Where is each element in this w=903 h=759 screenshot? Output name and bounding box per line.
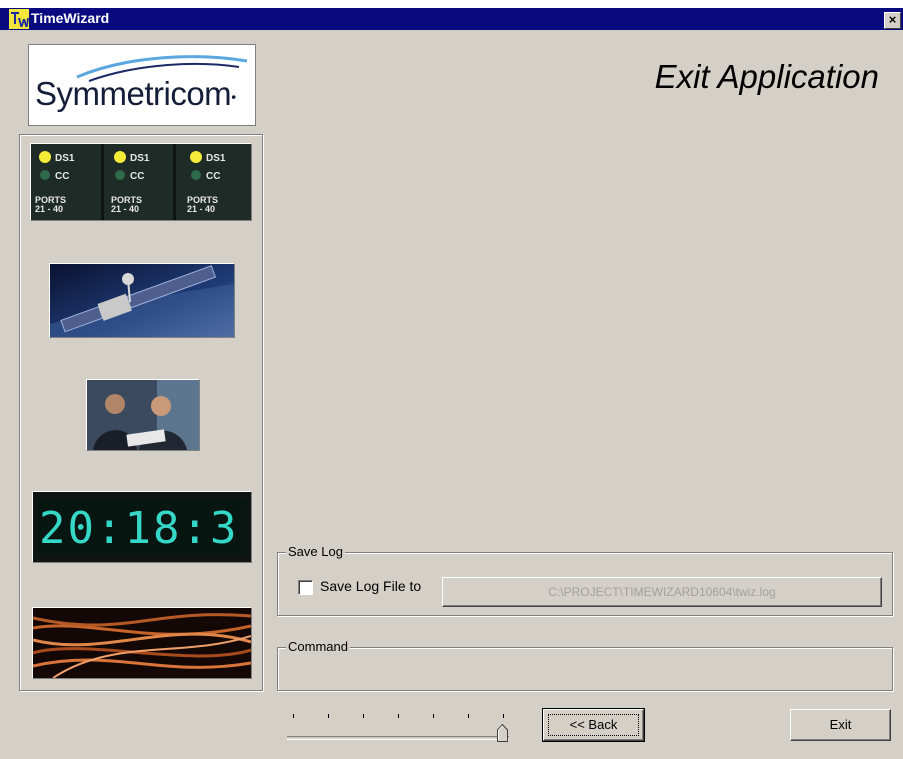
title-bar: TimeWizard × <box>0 0 903 30</box>
cc-led-label-1: CC <box>55 171 69 182</box>
back-button-label: << Back <box>548 714 639 736</box>
page-title: Exit Application <box>654 58 879 95</box>
digital-clock-image: 20:18:3 <box>32 491 252 563</box>
slider-tick <box>328 714 329 718</box>
slider-tick <box>433 714 434 718</box>
timewizard-app-icon <box>9 9 29 29</box>
business-people-image <box>86 379 200 451</box>
slider-thumb-icon[interactable] <box>497 724 508 742</box>
cc-led-label-3: CC <box>206 171 220 182</box>
copper-wires-image <box>32 607 252 679</box>
copper-wires-graphic <box>33 608 251 678</box>
ds1-led-label-3: DS1 <box>206 153 226 164</box>
slider-tick <box>468 714 469 718</box>
slider-track <box>287 736 509 740</box>
exit-button[interactable]: Exit <box>790 709 891 741</box>
clock-graphic: 20:18:3 <box>33 492 251 562</box>
back-button[interactable]: << Back <box>542 708 645 742</box>
logo-text: Symmetricom• <box>35 75 236 112</box>
close-button[interactable]: × <box>884 12 901 29</box>
slider-tick <box>398 714 399 718</box>
cc-led-label-2: CC <box>130 171 144 182</box>
save-log-legend: Save Log <box>286 544 345 559</box>
symmetricom-logo: Symmetricom• <box>28 44 256 126</box>
satellite-graphic <box>50 264 234 337</box>
ports-range-2: 21 - 40 <box>111 204 139 214</box>
title-bar-fill <box>0 8 903 30</box>
slider-tick <box>293 714 294 718</box>
ds1-led-label-1: DS1 <box>55 153 75 164</box>
close-icon: × <box>888 12 897 27</box>
clock-digits: 20:18:3 <box>39 503 238 554</box>
ports-range-3: 21 - 40 <box>187 204 215 214</box>
timewizard-window: TimeWizard × Symmetricom• DS1 CC PORTS 2… <box>0 0 903 759</box>
save-log-checkbox[interactable] <box>298 580 313 595</box>
people-graphic <box>87 380 199 450</box>
window-title: TimeWizard <box>31 10 110 26</box>
ports-range-1: 21 - 40 <box>35 204 63 214</box>
command-group: Command <box>277 639 893 691</box>
slider-tick <box>503 714 504 718</box>
save-log-group: Save Log Save Log File to C:\PROJECT\TIM… <box>277 544 893 616</box>
slider-tick <box>363 714 364 718</box>
wizard-progress-slider[interactable] <box>285 710 517 744</box>
save-log-checkbox-label[interactable]: Save Log File to <box>320 578 421 594</box>
log-path-button[interactable]: C:\PROJECT\TIMEWIZARD10604\twiz.log <box>442 577 882 607</box>
command-legend: Command <box>286 639 350 654</box>
ds1-panel-graphic: DS1 CC PORTS 21 - 40 DS1 CC PORTS 21 - 4… <box>31 144 251 220</box>
ds1-led-label-2: DS1 <box>130 153 150 164</box>
satellite-image <box>49 263 235 338</box>
ds1-panel-image: DS1 CC PORTS 21 - 40 DS1 CC PORTS 21 - 4… <box>30 143 252 221</box>
